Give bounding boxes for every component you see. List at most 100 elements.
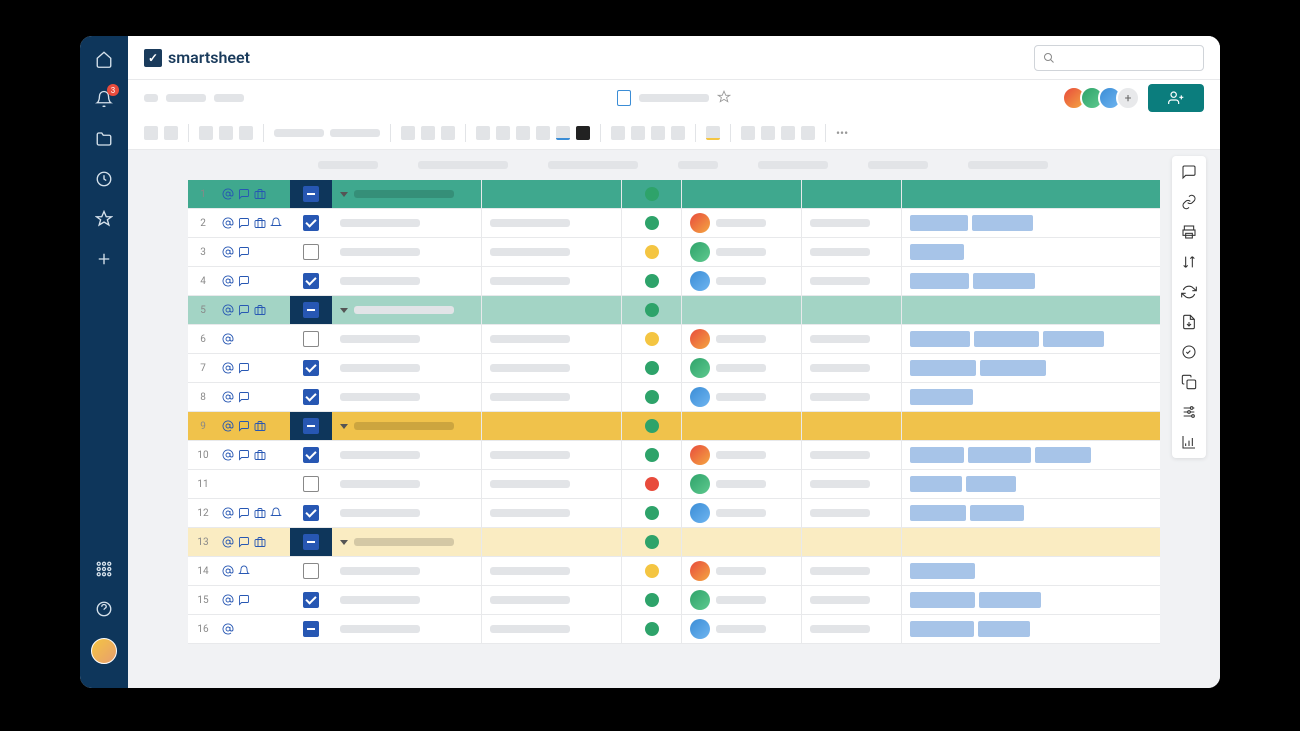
cell-date[interactable] <box>802 557 902 585</box>
cell-tags[interactable] <box>902 470 1160 498</box>
row-indicators[interactable] <box>218 594 290 606</box>
tag-pill[interactable] <box>910 389 973 405</box>
table-row[interactable]: 8 <box>188 383 1160 412</box>
apps-icon[interactable] <box>93 558 115 580</box>
checkbox[interactable] <box>290 244 332 260</box>
refresh-icon[interactable] <box>1181 284 1197 300</box>
cell-assigned[interactable] <box>682 412 802 440</box>
row-indicators[interactable] <box>218 536 290 548</box>
tag-pill[interactable] <box>980 360 1046 376</box>
row-indicators[interactable] <box>218 391 290 403</box>
cell-assigned[interactable] <box>682 586 802 614</box>
tag-pill[interactable] <box>910 273 969 289</box>
logo[interactable]: ✓ smartsheet <box>144 48 250 67</box>
cell-status[interactable] <box>622 325 682 353</box>
col-header-skel[interactable] <box>758 161 828 169</box>
tag-pill[interactable] <box>1035 447 1091 463</box>
print-icon[interactable] <box>1181 224 1197 240</box>
tag-pill[interactable] <box>910 244 964 260</box>
checkbox[interactable] <box>290 505 332 521</box>
cell-desc[interactable] <box>482 470 622 498</box>
cell-date[interactable] <box>802 412 902 440</box>
cell-status[interactable] <box>622 557 682 585</box>
checkbox[interactable] <box>290 412 332 440</box>
search-input[interactable] <box>1034 45 1204 71</box>
expand-caret-icon[interactable] <box>340 308 348 313</box>
checkbox[interactable] <box>290 592 332 608</box>
cell-task[interactable] <box>332 412 482 440</box>
cell-desc[interactable] <box>482 557 622 585</box>
checkbox[interactable] <box>290 296 332 324</box>
cell-status[interactable] <box>622 441 682 469</box>
toolbar-item[interactable] <box>421 126 435 140</box>
row-indicators[interactable] <box>218 304 290 316</box>
row-number[interactable]: 8 <box>188 392 218 403</box>
cell-date[interactable] <box>802 325 902 353</box>
toolbar-item[interactable] <box>761 126 775 140</box>
row-indicators[interactable] <box>218 275 290 287</box>
activity-icon[interactable] <box>1181 344 1197 360</box>
table-row[interactable]: 14 <box>188 557 1160 586</box>
row-number[interactable]: 7 <box>188 363 218 374</box>
export-icon[interactable] <box>1181 314 1197 330</box>
cell-assigned[interactable] <box>682 615 802 643</box>
cell-date[interactable] <box>802 615 902 643</box>
checkbox[interactable] <box>290 447 332 463</box>
row-number[interactable]: 3 <box>188 247 218 258</box>
col-header-skel[interactable] <box>318 161 378 169</box>
expand-caret-icon[interactable] <box>340 424 348 429</box>
cell-status[interactable] <box>622 209 682 237</box>
cell-tags[interactable] <box>902 267 1160 295</box>
cell-desc[interactable] <box>482 209 622 237</box>
tag-pill[interactable] <box>968 447 1031 463</box>
row-indicators[interactable] <box>218 246 290 258</box>
col-header-skel[interactable] <box>678 161 718 169</box>
collaborator-avatars[interactable]: + <box>1068 86 1140 110</box>
tag-pill[interactable] <box>910 563 975 579</box>
cell-status[interactable] <box>622 267 682 295</box>
toolbar-item[interactable] <box>611 126 625 140</box>
cell-status[interactable] <box>622 412 682 440</box>
cell-desc[interactable] <box>482 441 622 469</box>
cell-assigned[interactable] <box>682 528 802 556</box>
row-indicators[interactable] <box>218 507 290 519</box>
cell-tags[interactable] <box>902 354 1160 382</box>
cell-date[interactable] <box>802 586 902 614</box>
bell-icon[interactable]: 3 <box>93 88 115 110</box>
cell-status[interactable] <box>622 383 682 411</box>
cell-status[interactable] <box>622 238 682 266</box>
cell-task[interactable] <box>332 557 482 585</box>
cell-tags[interactable] <box>902 209 1160 237</box>
expand-caret-icon[interactable] <box>340 540 348 545</box>
toolbar-color-item[interactable] <box>556 126 570 140</box>
checkbox[interactable] <box>290 215 332 231</box>
toolbar-item[interactable] <box>239 126 253 140</box>
cell-task[interactable] <box>332 325 482 353</box>
toolbar-item[interactable] <box>651 126 665 140</box>
cell-desc[interactable] <box>482 412 622 440</box>
cell-task[interactable] <box>332 180 482 208</box>
cell-status[interactable] <box>622 180 682 208</box>
cell-tags[interactable] <box>902 296 1160 324</box>
row-indicators[interactable] <box>218 333 290 345</box>
tag-pill[interactable] <box>1043 331 1104 347</box>
table-row[interactable]: 4 <box>188 267 1160 296</box>
star-icon[interactable] <box>93 208 115 230</box>
tag-pill[interactable] <box>970 505 1024 521</box>
toolbar-color-item[interactable] <box>576 126 590 140</box>
avatar-more[interactable]: + <box>1116 86 1140 110</box>
table-row[interactable]: 12 <box>188 499 1160 528</box>
expand-caret-icon[interactable] <box>340 192 348 197</box>
toolbar-item[interactable] <box>164 126 178 140</box>
cell-task[interactable] <box>332 441 482 469</box>
col-header-skel[interactable] <box>418 161 508 169</box>
cell-status[interactable] <box>622 528 682 556</box>
toolbar-item[interactable] <box>144 126 158 140</box>
cell-tags[interactable] <box>902 325 1160 353</box>
cell-assigned[interactable] <box>682 354 802 382</box>
tag-pill[interactable] <box>973 273 1035 289</box>
tag-pill[interactable] <box>978 621 1030 637</box>
home-icon[interactable] <box>93 48 115 70</box>
tag-pill[interactable] <box>974 331 1039 347</box>
plus-icon[interactable] <box>93 248 115 270</box>
